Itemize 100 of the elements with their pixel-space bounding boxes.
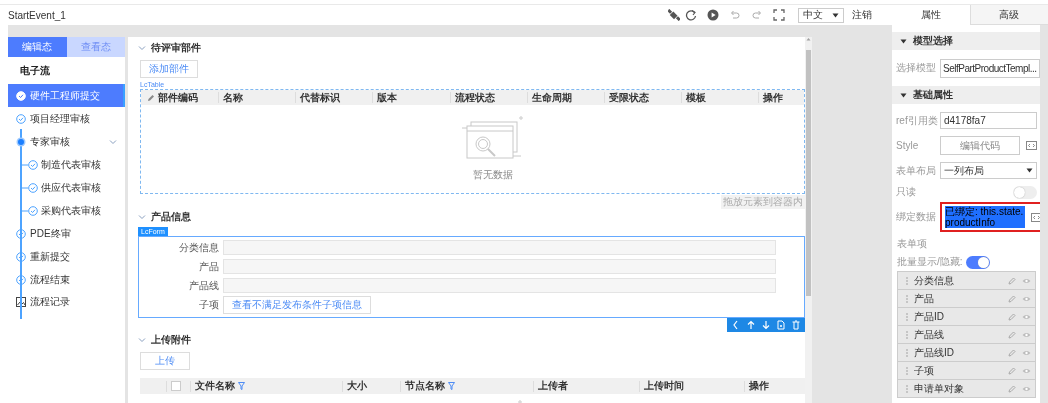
model-field[interactable]: SelfPartProductTempl... xyxy=(940,58,1040,78)
flow-step[interactable]: 硬件工程师提交 xyxy=(8,84,125,107)
column-header: 受限状态 xyxy=(603,92,681,103)
redo-icon[interactable] xyxy=(751,9,763,21)
field-label: 绑定数据 xyxy=(896,210,937,224)
scrollbar[interactable] xyxy=(805,37,812,403)
input-field[interactable] xyxy=(223,278,776,293)
empty-text: 暂无数据 xyxy=(472,168,513,182)
flow-step[interactable]: 项目经理审核 xyxy=(8,107,125,130)
flow-step[interactable]: 重新提交 xyxy=(8,245,125,268)
drop-hint: 拖放元素到容器内 xyxy=(721,195,805,209)
flow-step[interactable]: 专家审核 xyxy=(8,130,125,153)
column-header: 部件编码 xyxy=(141,92,219,103)
view-subitems-button[interactable]: 查看不满足发布条件子项信息 xyxy=(223,295,371,314)
section-title: 模型选择 xyxy=(913,34,953,48)
eye-icon[interactable] xyxy=(1022,367,1031,374)
pencil-icon xyxy=(147,93,155,102)
upload-button[interactable]: 上传 xyxy=(140,352,190,370)
column-header: 生命周期 xyxy=(526,92,604,103)
mode-tab[interactable]: 编辑态 xyxy=(8,37,67,57)
eye-icon[interactable] xyxy=(1022,295,1031,302)
section-title: 产品信息 xyxy=(151,210,191,224)
drag-handle-icon[interactable] xyxy=(906,330,908,339)
undo-icon[interactable] xyxy=(729,9,741,21)
refresh-icon[interactable] xyxy=(685,9,697,21)
drag-handle-icon[interactable] xyxy=(906,276,908,285)
field-label: 产品线 xyxy=(188,278,219,293)
drag-handle-icon[interactable] xyxy=(906,384,908,393)
input-field[interactable]: d4178fa7 xyxy=(940,112,1037,129)
arrow-down-icon[interactable] xyxy=(761,320,771,330)
flow-heading: 电子流 xyxy=(19,64,51,78)
field-label: 产品 xyxy=(198,259,219,274)
input-field[interactable] xyxy=(223,259,776,274)
filter-icon[interactable] xyxy=(238,382,245,390)
toggle-switch[interactable] xyxy=(965,255,990,269)
language-select[interactable]: 中文 xyxy=(798,7,844,23)
eye-icon[interactable] xyxy=(1022,385,1031,392)
satellite-icon[interactable] xyxy=(668,9,680,21)
field-label: 子项 xyxy=(198,297,219,312)
fullscreen-icon[interactable] xyxy=(773,9,785,21)
input-field[interactable] xyxy=(223,240,776,255)
checkbox[interactable] xyxy=(171,381,181,391)
form-item[interactable]: 产品 xyxy=(898,289,1035,307)
flow-step[interactable]: 供应代表审核 xyxy=(8,176,125,199)
chevron-icon xyxy=(138,45,146,51)
eye-icon[interactable] xyxy=(1022,349,1031,356)
form-item[interactable]: 申请单对象 xyxy=(898,379,1035,397)
arrow-up-icon[interactable] xyxy=(746,320,756,330)
column-header: 名称 xyxy=(218,92,296,103)
form-item[interactable]: 子项 xyxy=(898,361,1035,379)
column-header: 节点名称 xyxy=(400,380,533,392)
field-label: 表单布局 xyxy=(896,163,937,178)
code-icon[interactable] xyxy=(1026,141,1037,150)
drag-handle-icon[interactable] xyxy=(906,294,908,303)
field-label: ref引用类 xyxy=(896,113,939,128)
eye-icon[interactable] xyxy=(1022,313,1031,320)
window-title: StartEvent_1 xyxy=(8,9,67,21)
flow-record-item[interactable]: 流程记录 xyxy=(8,291,125,309)
expand-chevron-icon xyxy=(109,138,117,145)
field-label: 选择模型 xyxy=(896,61,937,75)
drag-handle-icon[interactable] xyxy=(906,312,908,321)
column-header: 上传者 xyxy=(533,380,639,392)
copy-icon[interactable] xyxy=(776,320,786,330)
flow-step[interactable]: PDE终审 xyxy=(8,222,125,245)
section-title: 待评审部件 xyxy=(151,41,201,55)
form-item[interactable]: 产品ID xyxy=(898,307,1035,325)
section-title: 基础属性 xyxy=(913,88,953,102)
form-item[interactable]: 分类信息 xyxy=(898,272,1035,289)
drag-handle-icon[interactable] xyxy=(906,348,908,357)
caret-icon xyxy=(900,92,907,98)
column-header: 文件名称 xyxy=(190,380,342,392)
flow-step[interactable]: 采购代表审核 xyxy=(8,199,125,222)
field-label: Style xyxy=(896,140,920,151)
field-label: 批量显示/隐藏: xyxy=(897,255,963,269)
filter-icon[interactable] xyxy=(448,382,455,390)
scroll-up-icon[interactable] xyxy=(806,37,811,41)
form-item[interactable]: 产品线 xyxy=(898,325,1035,343)
logout-link[interactable]: 注销 xyxy=(852,8,872,22)
toggle-switch[interactable] xyxy=(1013,185,1037,199)
column-header: 模板 xyxy=(680,92,758,103)
flow-step[interactable]: 制造代表审核 xyxy=(8,153,125,176)
layout-select[interactable]: 一列布局 xyxy=(940,162,1037,179)
add-part-button[interactable]: 添加部件 xyxy=(140,60,198,78)
field-label: 分类信息 xyxy=(178,240,219,255)
scrollbar-thumb[interactable] xyxy=(806,50,811,296)
image-frame-icon xyxy=(16,297,26,307)
play-icon[interactable] xyxy=(707,9,719,21)
form-item[interactable]: 产品线ID xyxy=(898,343,1035,361)
caret-icon xyxy=(1026,168,1033,173)
eye-icon[interactable] xyxy=(1022,331,1031,338)
column-header: 版本 xyxy=(372,92,450,103)
eye-icon[interactable] xyxy=(1022,277,1031,284)
section-title: 上传附件 xyxy=(151,333,191,347)
trash-icon[interactable] xyxy=(791,320,801,330)
drag-handle-icon[interactable] xyxy=(906,366,908,375)
panel-tab[interactable]: 高级 xyxy=(969,5,1048,25)
edit-code-button[interactable]: 编辑代码 xyxy=(940,136,1020,155)
chevron-icon xyxy=(138,214,146,220)
flow-step[interactable]: 流程结束 xyxy=(8,268,125,291)
code-icon[interactable] xyxy=(1031,212,1040,222)
